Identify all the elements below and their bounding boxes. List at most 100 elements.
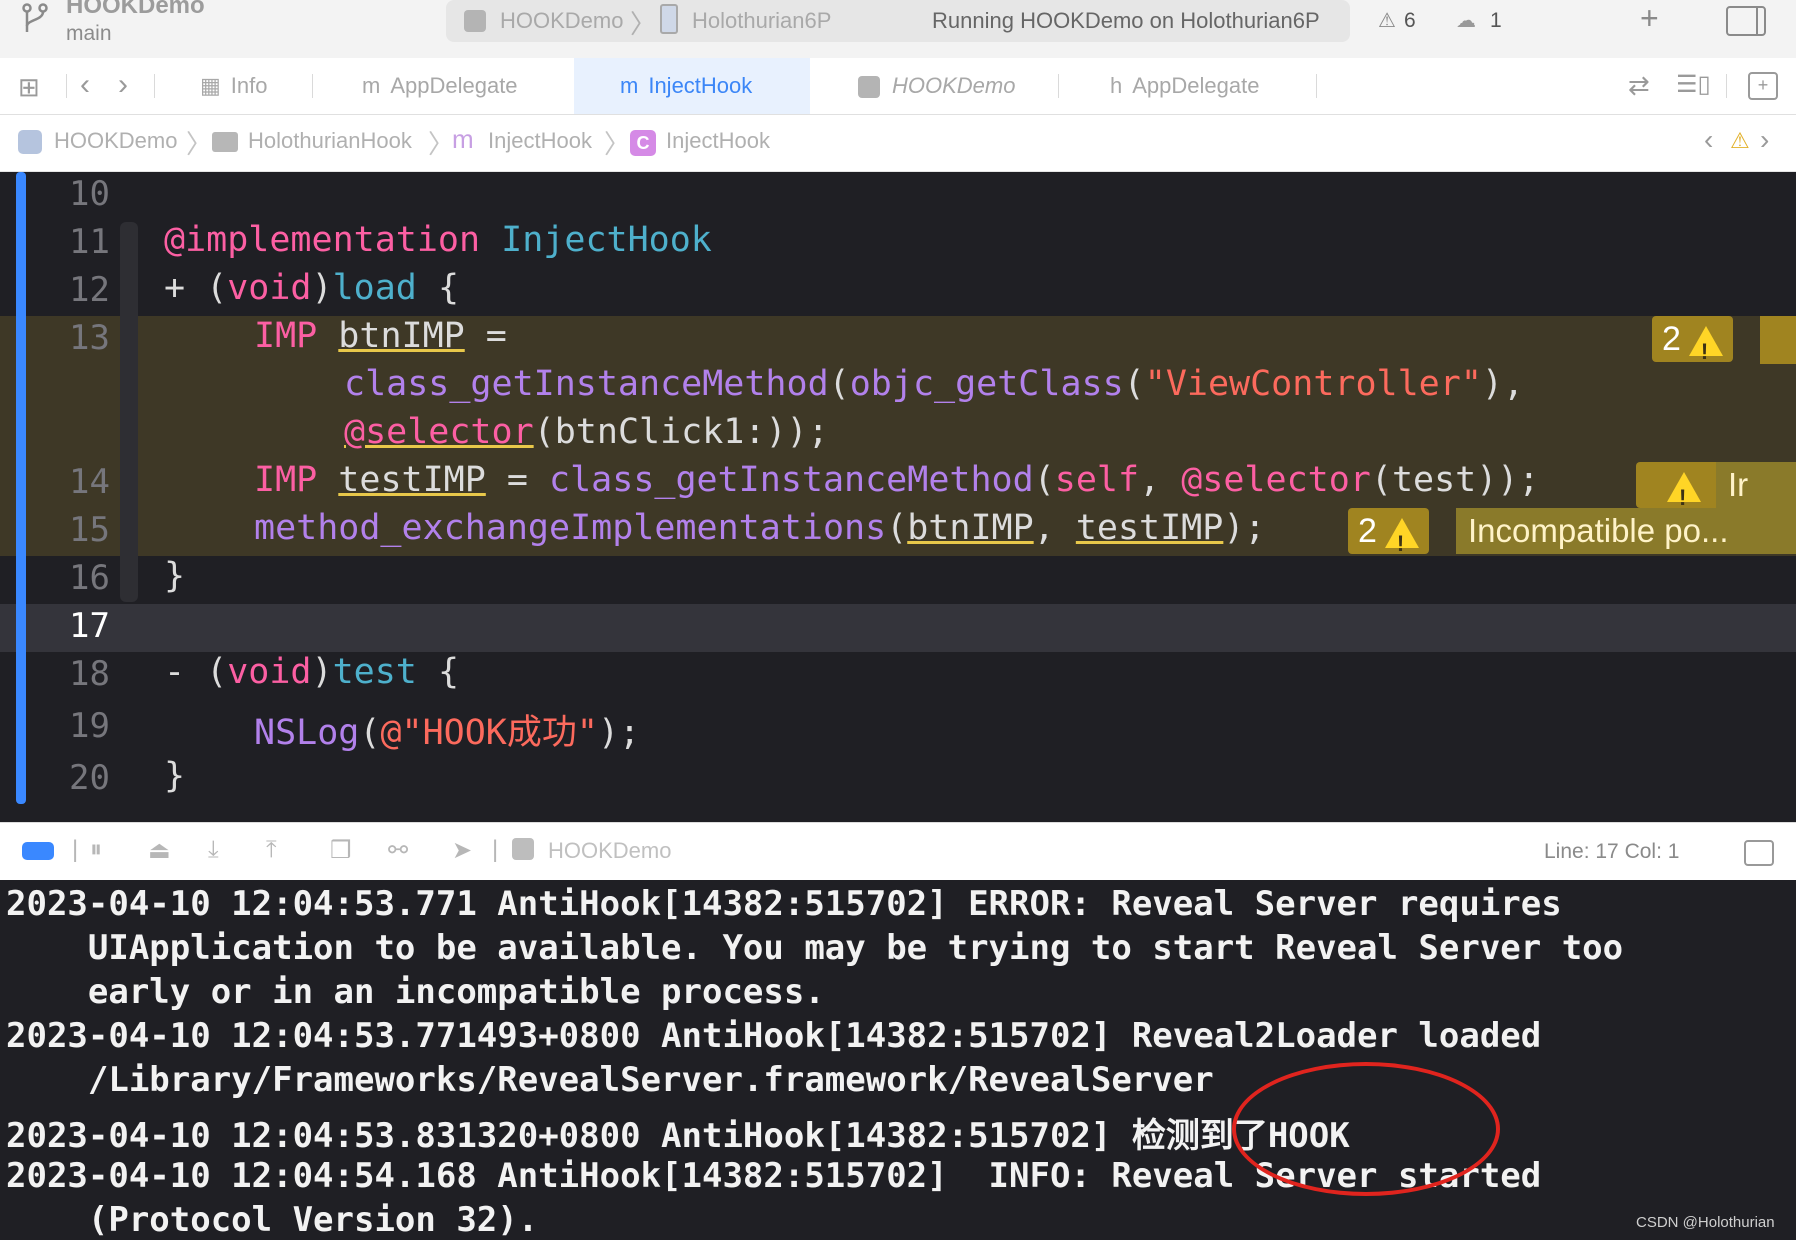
code-token: ,: [1139, 460, 1182, 500]
device-name[interactable]: Holothurian6P: [692, 8, 831, 34]
console-line: UIApplication to be available. You may b…: [6, 928, 1624, 968]
inspector-toggle-button[interactable]: [1726, 6, 1766, 36]
code-token: btnIMP: [907, 508, 1034, 548]
cloud-issue-icon[interactable]: ☁: [1456, 8, 1476, 33]
warning-icon[interactable]: ⚠: [1730, 128, 1750, 154]
code-line[interactable]: }: [164, 556, 185, 596]
line-number: 15: [69, 510, 110, 550]
code-line[interactable]: }: [164, 756, 185, 796]
code-line[interactable]: class_getInstanceMethod(objc_getClass("V…: [344, 364, 1524, 404]
location-icon[interactable]: ➤: [452, 836, 472, 865]
panel-toggle-button[interactable]: [1744, 840, 1774, 866]
code-token: {: [416, 652, 460, 692]
code-token: class_getInstanceMethod: [344, 364, 829, 404]
warning-message[interactable]: Ir: [1716, 462, 1796, 508]
code-token: test: [332, 652, 417, 692]
swap-icon[interactable]: ⇄: [1628, 70, 1650, 101]
code-line[interactable]: method_exchangeImplementations(btnIMP, t…: [254, 508, 1266, 548]
tab-info[interactable]: ▦ Info: [200, 58, 268, 114]
code-token: btnIMP: [338, 316, 465, 356]
view-hierarchy-icon[interactable]: ❒: [330, 836, 352, 865]
breadcrumb-project[interactable]: HOOKDemo: [54, 128, 177, 154]
memory-graph-icon[interactable]: ⚯: [388, 836, 408, 865]
step-out-icon[interactable]: ⤒: [266, 836, 277, 864]
code-line[interactable]: IMP testIMP = class_getInstanceMethod(se…: [254, 460, 1539, 500]
add-editor-pane-button[interactable]: +: [1748, 72, 1778, 100]
branch-name[interactable]: main: [66, 22, 112, 46]
chevron-right-icon[interactable]: ›: [118, 68, 128, 102]
step-into-icon[interactable]: ⤓: [208, 836, 219, 864]
code-token: void: [227, 652, 312, 692]
pause-icon[interactable]: ⏸: [90, 836, 102, 864]
line-number: 13: [69, 318, 110, 358]
code-line[interactable]: NSLog(@"HOOK成功");: [254, 704, 640, 755]
code-line[interactable]: @implementation InjectHook: [164, 220, 712, 260]
divider: |: [492, 836, 499, 863]
divider: [312, 74, 313, 98]
code-token: ),: [1481, 364, 1525, 404]
tab-appdelegate-m[interactable]: m AppDelegate: [362, 58, 518, 114]
watermark: CSDN @Holothurian: [1636, 1214, 1775, 1231]
scheme-name[interactable]: HOOKDemo: [500, 8, 623, 34]
code-token: (: [828, 364, 850, 404]
header-file-icon: h: [1110, 73, 1123, 98]
add-button[interactable]: +: [1640, 0, 1659, 37]
code-token: self: [1054, 460, 1140, 500]
code-token: =: [464, 316, 507, 356]
code-token: ): [311, 652, 333, 692]
run-status: Running HOOKDemo on Holothurian6P: [932, 8, 1320, 33]
step-over-icon[interactable]: ⏏: [148, 836, 171, 865]
line-number: 18: [69, 654, 110, 694]
source-change-bar[interactable]: [16, 172, 26, 804]
tab-appdelegate-h[interactable]: h AppDelegate: [1110, 58, 1259, 114]
code-token: (btnClick1:));: [533, 412, 829, 452]
breadcrumb-symbol[interactable]: InjectHook: [666, 128, 770, 154]
editor-layout-icon[interactable]: ☰▯: [1676, 70, 1711, 99]
previous-issue-icon[interactable]: ‹: [1704, 124, 1713, 156]
chevron-right-icon: 〉: [428, 129, 455, 159]
code-token: ): [311, 268, 333, 308]
breadcrumb-file[interactable]: InjectHook: [488, 128, 592, 154]
warning-badge[interactable]: 2: [1652, 316, 1733, 375]
code-line[interactable]: - (void)test {: [164, 652, 459, 692]
warning-icon: [1667, 472, 1701, 521]
code-token: IMP: [254, 316, 318, 356]
warning-badge[interactable]: 2: [1348, 508, 1429, 567]
issue-count[interactable]: 1: [1490, 9, 1502, 33]
line-number: 19: [69, 706, 110, 746]
code-token: {: [416, 268, 460, 308]
warning-icon: [1688, 326, 1723, 375]
code-token: method_exchangeImplementations: [254, 508, 887, 548]
grid-icon[interactable]: ⊞: [18, 72, 40, 103]
debug-target[interactable]: HOOKDemo: [548, 838, 671, 864]
tab-label: HOOKDemo: [892, 73, 1016, 98]
code-line[interactable]: + (void)load {: [164, 268, 459, 308]
divider: [66, 74, 67, 98]
chevron-left-icon[interactable]: ‹: [80, 68, 90, 102]
line-number: 10: [69, 174, 110, 214]
tab-label: AppDelegate: [1132, 73, 1260, 98]
code-line[interactable]: @selector(btnClick1:));: [344, 412, 829, 452]
warning-icon[interactable]: ⚠: [1378, 8, 1396, 33]
code-line[interactable]: IMP btnIMP =: [254, 316, 507, 356]
class-icon: C: [630, 130, 656, 156]
code-token: );: [1223, 508, 1266, 548]
objc-file-icon: m: [452, 124, 474, 154]
console-line: 2023-04-10 12:04:53.771 AntiHook[14382:5…: [6, 884, 1562, 924]
tab-hookdemo[interactable]: HOOKDemo: [892, 58, 1015, 114]
next-issue-icon[interactable]: ›: [1760, 124, 1769, 156]
current-line-highlight: [0, 604, 1796, 652]
code-token: class_getInstanceMethod: [549, 460, 1034, 500]
annotation-circle: [1232, 1062, 1500, 1196]
warning-count[interactable]: 6: [1404, 9, 1416, 33]
app-icon: [464, 10, 486, 32]
warning-message[interactable]: Incompatible po...: [1456, 508, 1796, 554]
code-token: (: [359, 713, 381, 753]
breadcrumb-group[interactable]: HolothurianHook: [248, 128, 412, 154]
code-folding-ribbon[interactable]: [120, 222, 138, 602]
code-token: (: [886, 508, 908, 548]
tab-injecthook[interactable]: m InjectHook: [620, 58, 752, 114]
line-number: 11: [69, 222, 110, 262]
breakpoints-toggle-icon[interactable]: [22, 842, 54, 860]
divider: [1726, 74, 1727, 98]
